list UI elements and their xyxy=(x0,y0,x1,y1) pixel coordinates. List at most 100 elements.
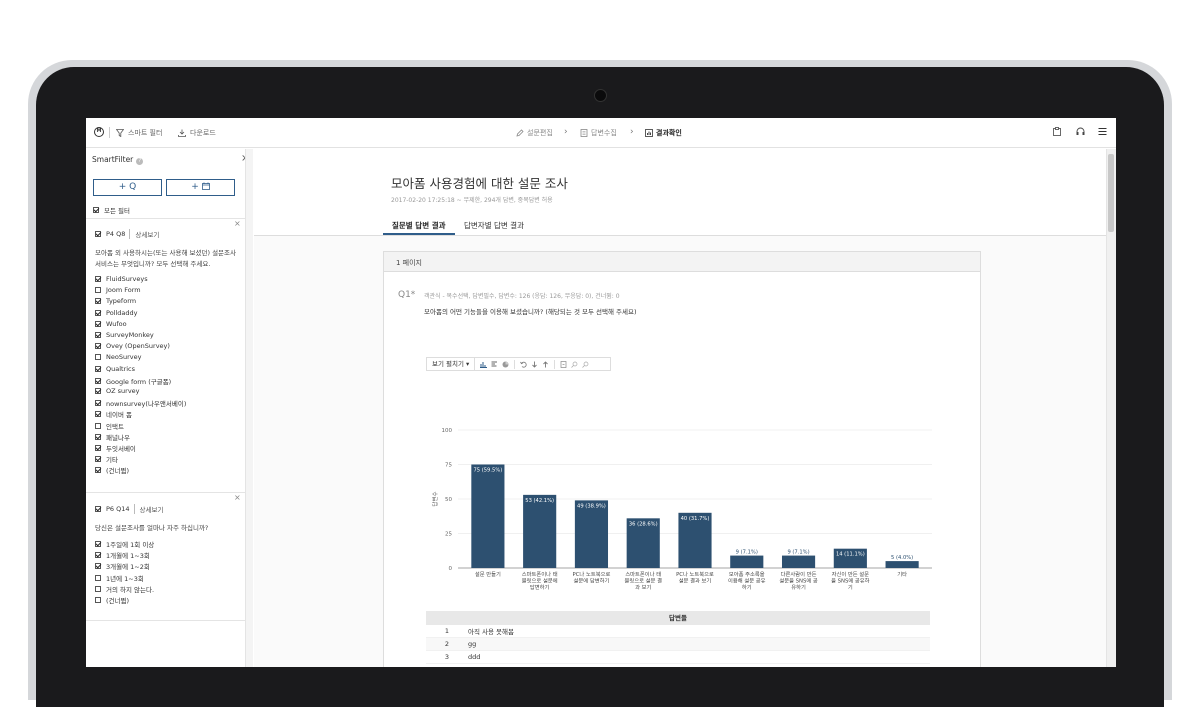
data-label: 14 (11.1%) xyxy=(836,552,865,558)
bar-chart-icon[interactable] xyxy=(480,361,488,368)
checkbox[interactable] xyxy=(95,365,101,372)
add-question-filter-button[interactable]: + Q xyxy=(93,179,162,196)
data-label: 36 (28.6%) xyxy=(629,521,658,527)
filter-option[interactable]: 3개월에 1~2회 xyxy=(95,561,150,571)
detail-link[interactable]: 상세보기 xyxy=(133,504,163,514)
checkbox[interactable] xyxy=(95,276,101,282)
x-tick-label: 유하기 xyxy=(791,583,806,591)
sort-asc-icon[interactable] xyxy=(542,360,549,368)
smart-filter-button[interactable]: 스마트 필터 xyxy=(116,128,162,138)
remove-filter-icon[interactable]: × xyxy=(234,493,241,502)
all-filters-label: 모든 필터 xyxy=(104,207,130,215)
crumb-edit[interactable]: 설문편집 xyxy=(516,128,553,138)
filter-option[interactable]: Polldaddy xyxy=(95,309,137,317)
checkbox[interactable] xyxy=(95,320,101,327)
view-expand-label: 보기 펼치기 xyxy=(432,360,464,368)
headset-icon[interactable] xyxy=(1076,127,1085,136)
filter-option[interactable]: FluidSurveys xyxy=(95,275,148,283)
filter-option[interactable]: Google form (구글폼) xyxy=(95,376,171,386)
moaform-logo-icon[interactable]: M xyxy=(94,127,104,137)
checkbox[interactable] xyxy=(95,422,101,429)
checkbox[interactable] xyxy=(95,433,101,440)
filter-option[interactable]: 두잇서베이 xyxy=(95,443,136,453)
filter-option[interactable]: OZ survey xyxy=(95,387,140,395)
help-icon[interactable]: ? xyxy=(136,158,144,165)
checkbox[interactable] xyxy=(95,377,101,384)
checkbox[interactable] xyxy=(95,506,101,512)
filter-option[interactable]: nownsurvey(나우앤서베이) xyxy=(95,398,186,408)
crumb-collect-label: 답변수집 xyxy=(591,129,617,137)
tab-by-respondent[interactable]: 답변자별 답변 결과 xyxy=(464,220,524,231)
tab-by-question[interactable]: 질문별 답변 결과 xyxy=(392,220,446,231)
divider xyxy=(514,359,516,369)
checkbox[interactable] xyxy=(95,388,101,394)
undo-icon[interactable] xyxy=(520,361,527,368)
crumb-results[interactable]: 결과확인 xyxy=(645,128,682,138)
filter-option[interactable]: NeoSurvey xyxy=(95,353,141,361)
sort-desc-icon[interactable] xyxy=(531,361,538,368)
zoom-in-icon[interactable] xyxy=(571,361,578,368)
filter-option-label: 인택트 xyxy=(106,422,124,431)
checkbox[interactable] xyxy=(95,287,101,294)
pie-chart-icon[interactable] xyxy=(502,361,509,368)
filter-option[interactable]: Ovey (OpenSurvey) xyxy=(95,342,170,350)
checkbox[interactable] xyxy=(95,585,101,592)
sidebar-scrollbar[interactable] xyxy=(245,149,253,667)
filter-option[interactable]: Wufoo xyxy=(95,320,127,328)
filter-option-label: SurveyMonkey xyxy=(106,331,154,339)
remove-filter-icon[interactable]: × xyxy=(234,219,241,228)
checkbox[interactable] xyxy=(95,332,101,338)
filter-option[interactable]: Qualtrics xyxy=(95,365,135,373)
filter-option[interactable]: Joom Form xyxy=(95,286,141,294)
filter-option[interactable]: 거의 하지 않는다. xyxy=(95,584,154,594)
y-tick-label: 100 xyxy=(442,428,453,434)
x-tick-label: 이용해 설문 공유 xyxy=(728,577,766,585)
checkbox[interactable] xyxy=(95,231,101,237)
all-filters-checkbox[interactable]: 모든 필터 xyxy=(93,205,130,215)
crumb-collect[interactable]: 답변수집 xyxy=(580,128,617,138)
main-scrollbar-thumb[interactable] xyxy=(1108,154,1114,232)
checkbox[interactable] xyxy=(95,400,101,407)
checkbox[interactable] xyxy=(95,456,101,463)
filter-option[interactable]: (건너뜀) xyxy=(95,465,129,475)
checkbox[interactable] xyxy=(95,541,101,547)
horizontal-bar-icon[interactable] xyxy=(491,361,498,368)
filter-option-label: FluidSurveys xyxy=(106,275,148,283)
zoom-out-icon[interactable] xyxy=(582,361,589,368)
filter-option-label: Qualtrics xyxy=(106,364,136,373)
filter-option[interactable]: 네이버 폼 xyxy=(95,409,132,419)
filter-option[interactable]: (건너뜀) xyxy=(95,595,129,605)
checkbox[interactable] xyxy=(95,563,101,570)
filter-option[interactable]: SurveyMonkey xyxy=(95,331,154,339)
row-number: 2 xyxy=(444,640,450,648)
menu-icon[interactable] xyxy=(1098,127,1107,136)
detail-link[interactable]: 상세보기 xyxy=(129,229,159,239)
checkbox[interactable] xyxy=(95,343,101,350)
filter-option[interactable]: 1개월에 1~3회 xyxy=(95,550,150,560)
chart-icon xyxy=(645,129,653,137)
filter-option[interactable]: 1주일에 1회 이상 xyxy=(95,539,154,549)
view-expand-dropdown[interactable]: 보기 펼치기 ▾ xyxy=(427,358,476,370)
checkbox[interactable] xyxy=(95,445,101,451)
checkbox[interactable] xyxy=(95,309,101,316)
filter-option-label: nownsurvey(나우앤서베이) xyxy=(106,400,187,409)
filter-option[interactable]: 패널나우 xyxy=(95,432,130,442)
y-axis-label: 답변수 xyxy=(431,491,439,506)
filter-option[interactable]: 기타 xyxy=(95,454,118,464)
checkbox[interactable] xyxy=(93,207,99,213)
checkbox[interactable] xyxy=(95,411,101,418)
checkbox[interactable] xyxy=(95,298,101,305)
clipboard-icon[interactable] xyxy=(1053,127,1061,136)
checkbox[interactable] xyxy=(95,597,101,603)
checkbox[interactable] xyxy=(95,467,101,474)
filter-option[interactable]: Typeform xyxy=(95,297,136,305)
download-button[interactable]: 다운로드 xyxy=(178,128,216,138)
checkbox[interactable] xyxy=(95,552,101,559)
filter-option[interactable]: 1년에 1~3회 xyxy=(95,573,144,583)
export-icon[interactable] xyxy=(560,360,567,368)
checkbox[interactable] xyxy=(95,354,101,361)
add-date-filter-button[interactable]: + xyxy=(166,179,235,196)
filter-option[interactable]: 인택트 xyxy=(95,421,124,431)
checkbox[interactable] xyxy=(95,574,101,581)
filter-option-label: 1개월에 1~3회 xyxy=(106,552,150,561)
